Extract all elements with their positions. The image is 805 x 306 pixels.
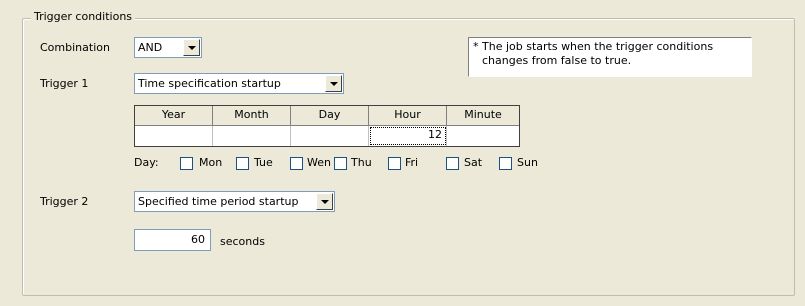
trigger1-select[interactable]: Time specification startup xyxy=(134,73,344,94)
chevron-down-icon xyxy=(330,82,338,86)
column-header-month[interactable]: Month xyxy=(213,106,291,126)
combination-dropdown-button[interactable] xyxy=(183,39,200,56)
group-title: Trigger conditions xyxy=(31,10,136,24)
checkbox-tue-label: Tue xyxy=(254,156,273,169)
note-line-2: changes from false to true. xyxy=(482,54,632,67)
seconds-input[interactable]: 60 xyxy=(134,229,211,251)
trigger1-dropdown-button[interactable] xyxy=(325,75,342,92)
trigger2-dropdown-button[interactable] xyxy=(316,193,333,210)
combination-value: AND xyxy=(138,41,163,54)
trigger1-value: Time specification startup xyxy=(138,77,281,90)
checkbox-fri-label: Fri xyxy=(405,156,419,169)
checkbox-wen[interactable] xyxy=(290,157,303,170)
checkbox-sat-label: Sat xyxy=(464,156,483,169)
checkbox-sat[interactable] xyxy=(446,157,459,170)
trigger1-label: Trigger 1 xyxy=(40,77,89,90)
checkbox-tue[interactable] xyxy=(236,157,249,170)
combination-label: Combination xyxy=(40,41,110,54)
checkbox-thu[interactable] xyxy=(334,157,347,170)
column-header-day[interactable]: Day xyxy=(291,106,369,126)
trigger2-select[interactable]: Specified time period startup xyxy=(134,191,335,212)
cell-year[interactable] xyxy=(135,126,213,146)
trigger2-label: Trigger 2 xyxy=(40,195,89,208)
chevron-down-icon xyxy=(321,200,329,204)
column-header-hour[interactable]: Hour xyxy=(369,106,447,126)
seconds-value: 60 xyxy=(191,233,205,246)
checkbox-sun-label: Sun xyxy=(517,156,538,169)
checkbox-wen-label: Wen xyxy=(307,156,331,169)
checkbox-mon-label: Mon xyxy=(199,156,223,169)
trigger2-value: Specified time period startup xyxy=(138,195,299,208)
checkbox-thu-label: Thu xyxy=(351,156,372,169)
cell-hour[interactable]: 12 xyxy=(369,126,447,146)
checkbox-fri[interactable] xyxy=(388,157,401,170)
chevron-down-icon xyxy=(188,46,196,50)
time-specification-grid: Year Month Day Hour Minute 12 xyxy=(134,105,520,147)
checkbox-mon[interactable] xyxy=(180,157,193,170)
checkbox-sun[interactable] xyxy=(499,157,512,170)
trigger-note: * The job starts when the trigger condit… xyxy=(468,37,752,77)
cell-day[interactable] xyxy=(291,126,369,146)
cell-month[interactable] xyxy=(213,126,291,146)
combination-select[interactable]: AND xyxy=(134,37,202,58)
column-header-year[interactable]: Year xyxy=(135,106,213,126)
seconds-unit-label: seconds xyxy=(220,235,265,248)
column-header-minute[interactable]: Minute xyxy=(447,106,519,126)
cell-minute[interactable] xyxy=(447,126,519,146)
note-line-1: * The job starts when the trigger condit… xyxy=(473,40,714,53)
day-label: Day: xyxy=(134,156,159,169)
